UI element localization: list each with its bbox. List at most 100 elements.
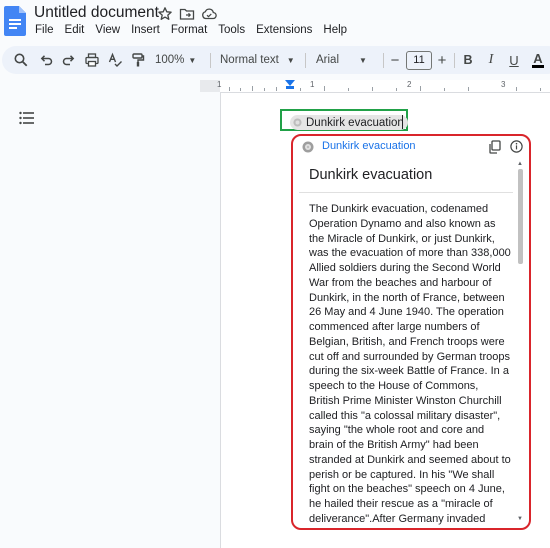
card-summary-line: the Miracle of Dunkirk, or just Dunkirk,	[309, 232, 495, 245]
card-summary-line: commenced after large numbers of	[309, 321, 480, 333]
scroll-up-arrow-icon[interactable]: ▲	[517, 161, 523, 167]
increase-font-size-button[interactable]: +	[435, 46, 449, 74]
paragraph-style-value: Normal text	[220, 54, 279, 66]
ruler-tick	[468, 87, 469, 91]
menu-extensions[interactable]: Extensions	[256, 24, 312, 36]
ruler-tick	[264, 88, 265, 91]
document-outline-icon[interactable]	[19, 111, 35, 125]
ruler-number: 1	[310, 80, 315, 89]
chevron-down-icon: ▼	[286, 55, 295, 65]
paint-format-icon[interactable]	[128, 46, 148, 74]
card-summary-line: deliverance".After Germany invaded	[309, 512, 486, 525]
card-summary-line: cut off and surrounded by German troops	[309, 350, 510, 363]
underline-button[interactable]: U	[507, 46, 521, 74]
card-summary-line: fight on the beaches" speech on 4 June,	[309, 483, 505, 496]
redo-icon[interactable]	[59, 46, 79, 74]
card-summary-line: British Prime Minister Winston Churchill	[309, 394, 502, 407]
card-summary-line: was the evacuation of more than 338,000	[309, 247, 511, 260]
menu-bar: File Edit View Insert Format Tools Exten…	[35, 24, 358, 36]
card-summary-line: speech to the House of Commons,	[309, 380, 479, 392]
card-summary-line: perish or be captured. In his "We shall	[309, 468, 495, 481]
scroll-down-arrow-icon[interactable]: ▼	[517, 516, 523, 522]
spellcheck-icon[interactable]	[105, 46, 125, 74]
italic-button[interactable]: I	[484, 46, 498, 74]
card-summary-line: during the six-week Battle of France. In…	[309, 365, 509, 378]
cloud-status-icon[interactable]	[201, 6, 217, 22]
ruler-number: 1	[217, 80, 222, 89]
ruler-tick	[240, 88, 241, 91]
font-select[interactable]: Arial ▼	[316, 46, 378, 74]
menu-file[interactable]: File	[35, 24, 54, 36]
ruler-tick	[540, 88, 541, 91]
card-summary-line: War from the beaches and harbour of	[309, 276, 492, 289]
ruler-tick	[444, 88, 445, 91]
ruler-tick	[516, 87, 517, 91]
divider	[305, 53, 306, 68]
card-summary-text: The Dunkirk evacuation, codenamed Operati…	[309, 202, 514, 527]
card-scrollbar-thumb[interactable]	[518, 169, 523, 264]
ruler-tick	[372, 87, 373, 91]
card-summary-line: Operation Dynamo and also known as	[309, 217, 496, 230]
smart-chip[interactable]: Dunkirk evacuation	[290, 115, 408, 130]
menu-edit[interactable]: Edit	[65, 24, 85, 36]
font-value: Arial	[316, 54, 340, 66]
left-indent-marker[interactable]	[286, 86, 294, 89]
card-summary-line: Belgian, British, and French troops were	[309, 335, 505, 348]
ruler-tick	[276, 87, 277, 91]
menu-help[interactable]: Help	[323, 24, 347, 36]
text-color-glyph: A	[532, 50, 544, 68]
card-summary-line: 26 May and 4 June 1940. The operation	[309, 306, 504, 319]
card-title: Dunkirk evacuation	[309, 167, 433, 183]
ruler-number: 2	[407, 80, 412, 89]
chevron-down-icon: ▼	[359, 55, 367, 65]
smart-chip-label: Dunkirk evacuation	[306, 116, 404, 129]
link-preview-card: Dunkirk evacuation Dunkirk evacuation Th…	[291, 134, 531, 530]
card-summary-line: Allied soldiers during the Second World	[309, 262, 501, 274]
font-size-input[interactable]: 11	[406, 51, 432, 70]
menu-tools[interactable]: Tools	[218, 24, 245, 36]
move-folder-icon[interactable]	[179, 6, 195, 22]
decrease-font-size-button[interactable]: −	[388, 46, 402, 74]
docs-logo[interactable]	[4, 6, 26, 36]
menu-insert[interactable]: Insert	[131, 24, 160, 36]
document-title[interactable]: Untitled document	[34, 4, 159, 22]
text-cursor	[402, 115, 403, 129]
divider	[383, 53, 384, 68]
wikipedia-icon	[293, 118, 302, 127]
ruler-tick	[420, 86, 421, 91]
bold-button[interactable]: B	[461, 46, 475, 74]
zoom-value: 100%	[155, 54, 185, 66]
star-icon[interactable]	[157, 6, 173, 22]
ruler-tick	[252, 86, 253, 91]
menu-format[interactable]: Format	[171, 24, 207, 36]
card-summary-line: brain of the British Army" had been	[309, 439, 479, 451]
text-color-button[interactable]: A	[530, 46, 546, 74]
zoom-select[interactable]: 100% ▼	[155, 46, 203, 74]
card-summary-line: called this "a colossal military disaste…	[309, 409, 501, 422]
document-gutter	[0, 93, 220, 548]
card-summary-line: The Dunkirk evacuation, codenamed	[309, 203, 489, 215]
menu-view[interactable]: View	[95, 24, 120, 36]
paragraph-style-select[interactable]: Normal text ▼	[220, 46, 300, 74]
divider	[454, 53, 455, 68]
ruler-tick	[396, 88, 397, 91]
divider	[210, 53, 211, 68]
card-source-link[interactable]: Dunkirk evacuation	[322, 140, 416, 152]
undo-icon[interactable]	[36, 46, 56, 74]
chevron-down-icon: ▼	[188, 55, 197, 65]
ruler-tick	[300, 88, 301, 91]
info-icon[interactable]	[510, 140, 523, 153]
print-icon[interactable]	[82, 46, 102, 74]
card-summary-line: he hailed their rescue as a "miracle of	[309, 498, 493, 510]
card-summary-line: Dunkirk, in the north of France, between	[309, 291, 505, 304]
copy-icon[interactable]	[488, 140, 501, 154]
ruler[interactable]: 1 1 2 3	[217, 80, 550, 93]
card-summary-line: saying "the whole root and core and	[309, 424, 485, 437]
card-divider	[299, 192, 513, 193]
card-summary-line: stranded at Dunkirk and seemed about to	[309, 453, 511, 466]
ruler-tick	[348, 88, 349, 91]
ruler-number: 3	[501, 80, 506, 89]
wikipedia-icon	[302, 141, 314, 153]
search-menus-icon[interactable]	[11, 46, 31, 74]
ruler-tick	[324, 86, 325, 91]
